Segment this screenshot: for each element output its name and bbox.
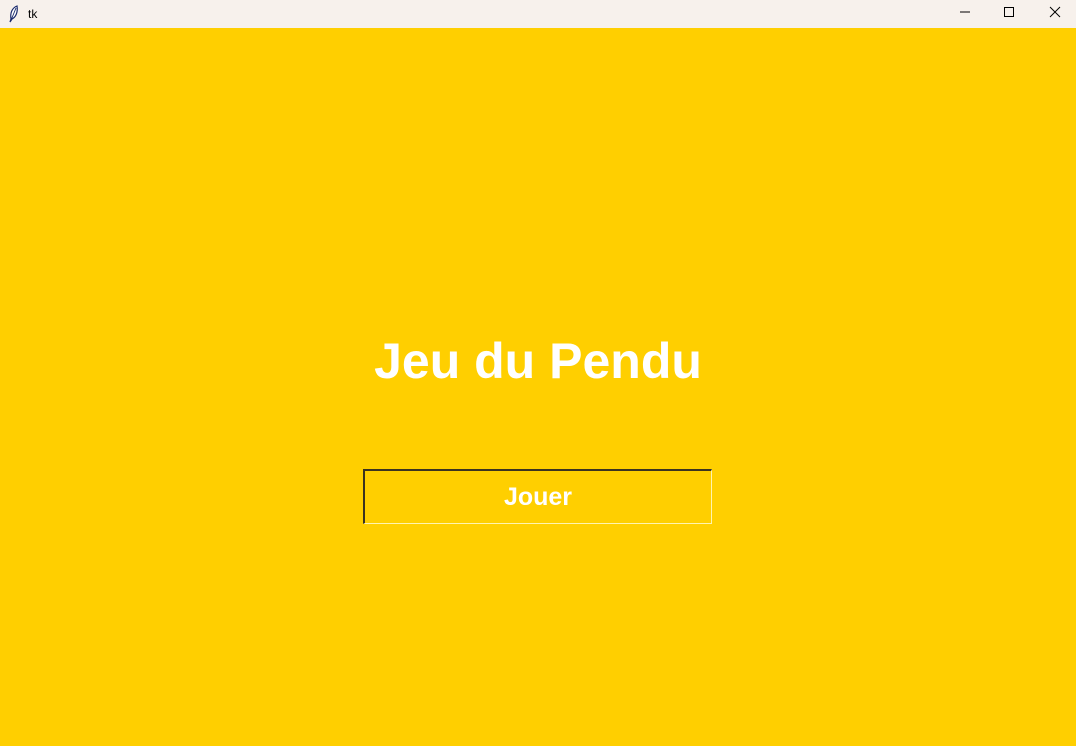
close-icon [1049, 5, 1061, 23]
close-button[interactable] [1032, 0, 1076, 28]
minimize-button[interactable] [942, 0, 988, 28]
title-bar[interactable]: tk [0, 0, 1076, 28]
game-title: Jeu du Pendu [374, 333, 702, 389]
tk-feather-icon [7, 5, 21, 23]
maximize-button[interactable] [986, 0, 1032, 28]
game-canvas: Jeu du Pendu Jouer [0, 28, 1076, 746]
app-window: tk Jeu du Pendu Jouer [0, 0, 1076, 746]
minimize-icon [959, 5, 971, 23]
maximize-icon [1003, 5, 1015, 23]
play-button[interactable]: Jouer [363, 469, 712, 524]
window-title: tk [28, 7, 38, 21]
